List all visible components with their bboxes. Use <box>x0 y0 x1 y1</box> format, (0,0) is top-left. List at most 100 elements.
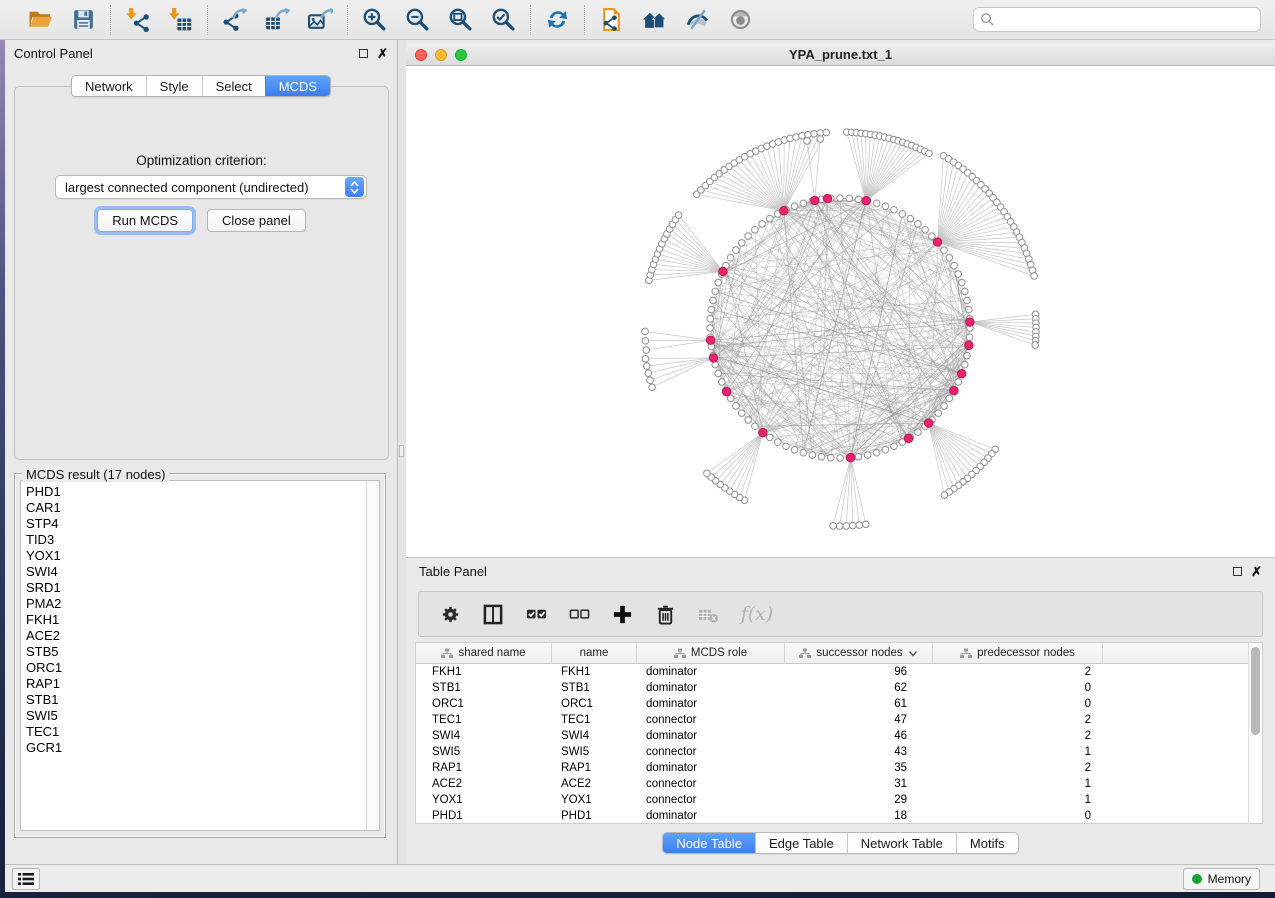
leaf-node[interactable] <box>836 523 843 530</box>
mcds-hub-node[interactable] <box>924 419 932 427</box>
ring-node[interactable] <box>745 233 752 240</box>
export-image-icon[interactable] <box>307 6 334 33</box>
table-scrollbar-thumb[interactable] <box>1251 647 1260 735</box>
ring-node[interactable] <box>964 297 971 304</box>
delete-row-icon[interactable] <box>654 603 676 625</box>
result-node-item[interactable]: FKH1 <box>26 612 366 628</box>
leaf-node[interactable] <box>642 356 649 363</box>
ring-node[interactable] <box>707 325 714 332</box>
table-row[interactable]: YOX1YOX1connector291 <box>416 792 1248 808</box>
ring-node[interactable] <box>961 361 968 368</box>
column-header-name[interactable]: name <box>552 643 637 663</box>
ring-node[interactable] <box>766 434 773 441</box>
columns-icon[interactable] <box>482 603 504 625</box>
tab-network-table[interactable]: Network Table <box>847 833 956 853</box>
ring-node[interactable] <box>929 233 936 240</box>
ring-node[interactable] <box>864 452 871 459</box>
leaf-node[interactable] <box>856 522 863 529</box>
result-node-item[interactable]: CAR1 <box>26 500 366 516</box>
task-history-button[interactable] <box>12 868 40 890</box>
ring-node[interactable] <box>791 203 798 210</box>
table-row[interactable]: STB1STB1dominator620 <box>416 680 1248 696</box>
ring-node[interactable] <box>873 449 880 456</box>
zoom-selected-icon[interactable] <box>490 6 517 33</box>
ring-node[interactable] <box>882 447 889 454</box>
table-row[interactable]: FKH1FKH1dominator962 <box>416 664 1248 680</box>
ring-node[interactable] <box>733 247 740 254</box>
zoom-fit-icon[interactable] <box>447 6 474 33</box>
tab-mcds[interactable]: MCDS <box>265 76 330 96</box>
ring-node[interactable] <box>791 447 798 454</box>
open-file-icon[interactable] <box>27 6 54 33</box>
gear-icon[interactable] <box>439 603 461 625</box>
leaf-node[interactable] <box>804 138 811 145</box>
leaf-node[interactable] <box>1032 342 1039 349</box>
ring-node[interactable] <box>766 215 773 222</box>
result-node-item[interactable]: STB1 <box>26 692 366 708</box>
export-network-icon[interactable] <box>221 6 248 33</box>
result-node-item[interactable]: SWI4 <box>26 564 366 580</box>
tab-style[interactable]: Style <box>146 76 202 96</box>
leaf-node[interactable] <box>830 523 837 530</box>
mcds-hub-node[interactable] <box>722 387 730 395</box>
mcds-hub-node[interactable] <box>957 370 965 378</box>
result-node-item[interactable]: STP4 <box>26 516 366 532</box>
result-node-item[interactable]: YOX1 <box>26 548 366 564</box>
ring-node[interactable] <box>946 395 953 402</box>
ring-node[interactable] <box>899 211 906 218</box>
mcds-hub-node[interactable] <box>846 453 854 461</box>
ring-node[interactable] <box>873 200 880 207</box>
mcds-hub-node[interactable] <box>706 336 714 344</box>
table-scrollbar[interactable] <box>1248 643 1262 823</box>
leaf-node[interactable] <box>823 129 830 136</box>
mcds-hub-node[interactable] <box>719 267 727 275</box>
leaf-node[interactable] <box>645 370 652 377</box>
tab-network[interactable]: Network <box>72 76 146 96</box>
ring-node[interactable] <box>941 403 948 410</box>
show-all-nodes-icon[interactable] <box>641 6 668 33</box>
ring-node[interactable] <box>966 334 973 341</box>
mcds-hub-node[interactable] <box>759 428 767 436</box>
add-row-icon[interactable] <box>611 603 633 625</box>
float-panel-icon[interactable] <box>359 49 368 58</box>
import-network-icon[interactable] <box>124 6 151 33</box>
ring-node[interactable] <box>712 288 719 295</box>
leaf-node[interactable] <box>649 384 656 391</box>
search-input[interactable] <box>973 7 1261 32</box>
table-row[interactable]: ORC1ORC1dominator610 <box>416 696 1248 712</box>
ring-node[interactable] <box>907 215 914 222</box>
tab-node-table[interactable]: Node Table <box>663 833 755 853</box>
float-table-panel-icon[interactable] <box>1233 567 1242 576</box>
ring-node[interactable] <box>738 240 745 247</box>
leaf-node[interactable] <box>642 328 649 335</box>
result-node-item[interactable]: ACE2 <box>26 628 366 644</box>
refresh-layout-icon[interactable] <box>544 6 571 33</box>
close-panel-icon[interactable]: ✗ <box>377 47 388 60</box>
leaf-node[interactable] <box>793 134 800 141</box>
ring-node[interactable] <box>965 306 972 313</box>
ring-node[interactable] <box>809 452 816 459</box>
ring-node[interactable] <box>846 195 853 202</box>
ring-node[interactable] <box>915 429 922 436</box>
leaf-node[interactable] <box>863 521 870 528</box>
leaf-node[interactable] <box>643 363 650 370</box>
select-all-icon[interactable] <box>525 603 547 625</box>
ring-node[interactable] <box>752 226 759 233</box>
network-canvas-svg[interactable] <box>406 66 1275 557</box>
ring-node[interactable] <box>955 271 962 278</box>
ring-node[interactable] <box>715 279 722 286</box>
close-table-panel-icon[interactable]: ✗ <box>1251 565 1262 578</box>
mcds-hub-node[interactable] <box>780 207 788 215</box>
run-mcds-button[interactable]: Run MCDS <box>97 209 193 232</box>
leaf-node[interactable] <box>926 150 933 157</box>
deselect-all-icon[interactable] <box>568 603 590 625</box>
ring-node[interactable] <box>707 315 714 322</box>
result-list-scrollbar[interactable] <box>366 481 379 830</box>
close-panel-button[interactable]: Close panel <box>207 209 306 232</box>
ring-node[interactable] <box>891 206 898 213</box>
new-network-from-selection-icon[interactable] <box>598 6 625 33</box>
result-node-item[interactable]: SRD1 <box>26 580 366 596</box>
optimization-criterion-dropdown[interactable]: largest connected component (undirected) <box>55 175 367 199</box>
ring-node[interactable] <box>738 410 745 417</box>
ring-node[interactable] <box>959 279 966 286</box>
